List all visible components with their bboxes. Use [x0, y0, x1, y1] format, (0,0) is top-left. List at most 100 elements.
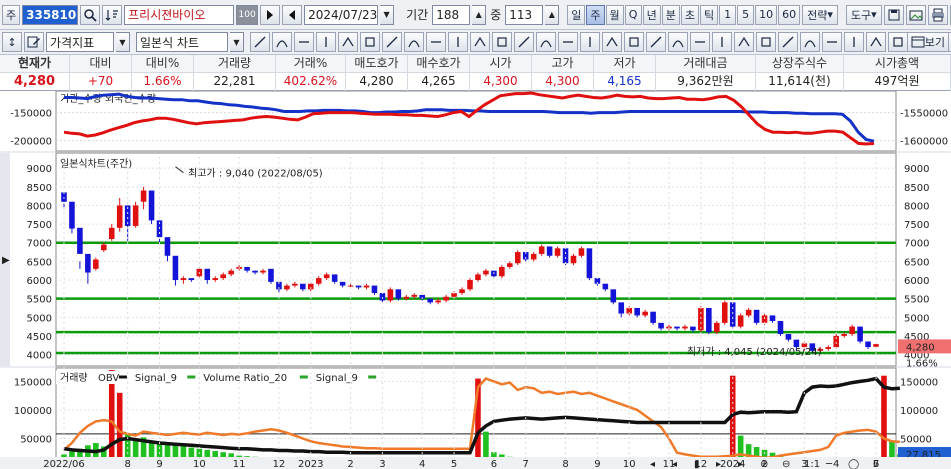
- y-tick-label-right: 5000: [904, 313, 929, 324]
- interval-button[interactable]: 초: [680, 4, 700, 25]
- candle-body: [323, 274, 330, 279]
- crosshair-icon[interactable]: [602, 32, 622, 52]
- pencil-icon[interactable]: [492, 32, 512, 52]
- count-field[interactable]: 100: [236, 4, 259, 25]
- circle-icon[interactable]: [778, 32, 798, 52]
- overlap-input[interactable]: 113: [505, 4, 544, 25]
- sort-icon[interactable]: [102, 4, 123, 25]
- cross-icon[interactable]: [360, 32, 380, 52]
- prev-arrow-icon[interactable]: [282, 4, 303, 25]
- nav-control-icon: ▸: [738, 459, 743, 469]
- angle-icon[interactable]: [426, 32, 446, 52]
- stock-code-input[interactable]: 335810: [22, 4, 79, 25]
- edit-icon[interactable]: [24, 32, 44, 52]
- y-tick-label-right: 6000: [904, 276, 929, 287]
- extend-icon[interactable]: [470, 32, 490, 52]
- up-icon[interactable]: [646, 32, 666, 52]
- stock-name-field[interactable]: 프리시젼바이오: [124, 4, 235, 25]
- candle-body: [745, 309, 752, 316]
- candle-body: [618, 302, 625, 314]
- image-icon[interactable]: [905, 4, 926, 25]
- volume-bar: [108, 370, 115, 467]
- date-dropdown-icon[interactable]: ▼: [380, 4, 395, 25]
- grid-icon[interactable]: [558, 32, 578, 52]
- parallel-icon[interactable]: [382, 32, 402, 52]
- view-button[interactable]: 보기: [906, 32, 949, 52]
- period-input[interactable]: 188: [432, 4, 471, 25]
- search-icon[interactable]: [80, 4, 101, 25]
- up-down-arrow-icon[interactable]: ↕: [2, 32, 22, 52]
- y-tick-label-right: 50000: [900, 434, 932, 445]
- magnify-plus-icon[interactable]: [844, 32, 864, 52]
- quote-header: 고가: [532, 55, 594, 73]
- horizontal-line-icon[interactable]: [316, 32, 336, 52]
- candle-body: [300, 283, 306, 290]
- y-tick-label: 6500: [27, 257, 52, 268]
- ray-icon[interactable]: [448, 32, 468, 52]
- quote-header: 상장주식수: [756, 55, 844, 73]
- vertical-line-icon[interactable]: [338, 32, 358, 52]
- candle-body: [363, 285, 370, 288]
- delete-icon[interactable]: [624, 32, 644, 52]
- indicator-select[interactable]: 가격지표: [46, 32, 114, 52]
- arc-icon[interactable]: [272, 32, 292, 52]
- candle-body: [148, 190, 155, 221]
- trendline-icon[interactable]: [250, 32, 270, 52]
- y-tick-label-right: 8500: [904, 183, 929, 194]
- nav-control-icon: ◂: [650, 459, 655, 469]
- channel-icon[interactable]: [404, 32, 424, 52]
- overlap-stepper-icon[interactable]: ▲: [545, 4, 560, 25]
- checklist-icon[interactable]: [822, 32, 842, 52]
- interval-button[interactable]: 분: [661, 4, 680, 25]
- interval-button[interactable]: 틱: [700, 4, 719, 25]
- indicator-dropdown-icon[interactable]: ▼: [116, 32, 130, 52]
- date-field[interactable]: 2024/07/23: [304, 4, 379, 25]
- wave-icon[interactable]: [888, 32, 908, 52]
- interval-button[interactable]: 10: [755, 4, 778, 25]
- interval-button[interactable]: 주: [586, 4, 605, 25]
- chart-type-dropdown-icon[interactable]: ▼: [230, 32, 244, 52]
- market-selector[interactable]: 주: [2, 4, 21, 25]
- period-stepper-icon[interactable]: ▲: [472, 4, 487, 25]
- print-icon[interactable]: [927, 4, 948, 25]
- down-icon[interactable]: [668, 32, 688, 52]
- chart-type-select[interactable]: 일본식 차트: [136, 32, 228, 52]
- x-tick-label: 2023: [298, 459, 323, 469]
- y-tick-label-right: 7500: [904, 220, 929, 231]
- eraser-icon[interactable]: [514, 32, 534, 52]
- y-tick-label: 4500: [27, 332, 52, 343]
- zoom-out-icon[interactable]: [734, 32, 754, 52]
- interval-button[interactable]: 60: [778, 4, 801, 25]
- table-icon[interactable]: [580, 32, 600, 52]
- fan-icon[interactable]: [294, 32, 314, 52]
- y-tick-label-right: 5500: [904, 295, 929, 306]
- candle-body: [172, 255, 179, 280]
- strategy-label: 전략: [807, 8, 828, 22]
- quote-header: 저가: [594, 55, 656, 73]
- color-icon[interactable]: [536, 32, 556, 52]
- tools-button[interactable]: 도구 ▾: [845, 4, 882, 25]
- cycle-icon[interactable]: [756, 32, 776, 52]
- interval-button[interactable]: 5: [737, 4, 755, 25]
- interval-button[interactable]: 년: [642, 4, 661, 25]
- interval-button[interactable]: Q: [624, 4, 642, 25]
- candle-body: [857, 326, 863, 342]
- left-icon[interactable]: [690, 32, 710, 52]
- x-tick-label: 10: [193, 459, 206, 469]
- right-icon[interactable]: [712, 32, 732, 52]
- candle-body: [347, 285, 354, 287]
- candle-body: [164, 237, 171, 256]
- save-icon[interactable]: [883, 4, 904, 25]
- quote-value: 4,280: [0, 73, 70, 91]
- candle-body: [761, 315, 768, 323]
- magnify-minus-icon[interactable]: [866, 32, 886, 52]
- y-tick-label-right: 100000: [900, 406, 938, 417]
- high-price-annotation: 최고가 : 9,040 (2022/08/05): [188, 168, 323, 180]
- interval-button[interactable]: 1: [719, 4, 737, 25]
- chart-area[interactable]: ▶기관_수량 외국인_수량-150000 -1550000-200000 -1600…: [0, 91, 951, 469]
- next-arrow-icon[interactable]: [260, 4, 281, 25]
- interval-button[interactable]: 일: [567, 4, 586, 25]
- strategy-button[interactable]: 전략 ▾: [802, 4, 838, 25]
- square-icon[interactable]: [800, 32, 820, 52]
- interval-button[interactable]: 월: [605, 4, 624, 25]
